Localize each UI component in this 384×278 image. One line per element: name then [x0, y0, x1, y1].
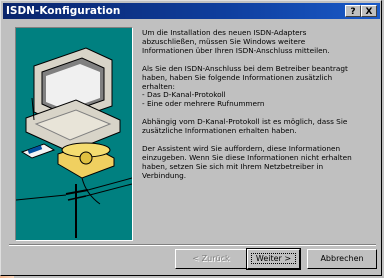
- window-title: ISDN-Konfiguration: [6, 5, 121, 17]
- paragraph-info: Als Sie den ISDN-Anschluss bei dem Betre…: [142, 63, 348, 109]
- back-button[interactable]: < Zurück: [175, 249, 247, 269]
- title-bar[interactable]: ISDN-Konfiguration ? X: [3, 3, 380, 19]
- cancel-button[interactable]: Abbrechen: [307, 249, 377, 269]
- button-separator: [9, 244, 376, 246]
- help-button[interactable]: ?: [345, 5, 361, 17]
- wizard-window: ISDN-Konfiguration ? X Um die Installati…: [0, 0, 382, 276]
- computer-icon: [25, 47, 121, 153]
- illustration-art: [15, 47, 133, 238]
- paragraph-intro: Um die Installation des neuen ISDN-Adapt…: [142, 28, 330, 55]
- instructions-text: Um die Installation des neuen ISDN-Adapt…: [142, 28, 374, 190]
- isdn-card-icon: [20, 143, 56, 159]
- telephone-pole-icon: [15, 177, 133, 238]
- next-button[interactable]: Weiter >: [246, 248, 301, 270]
- next-button-label: Weiter >: [250, 253, 297, 264]
- paragraph-dchannel: Abhängig vom D-Kanal-Protokoll ist es mö…: [142, 117, 348, 136]
- wizard-illustration: [15, 27, 133, 241]
- close-button[interactable]: X: [361, 5, 377, 17]
- paragraph-assistant: Der Assistent wird Sie auffordern, diese…: [142, 144, 352, 180]
